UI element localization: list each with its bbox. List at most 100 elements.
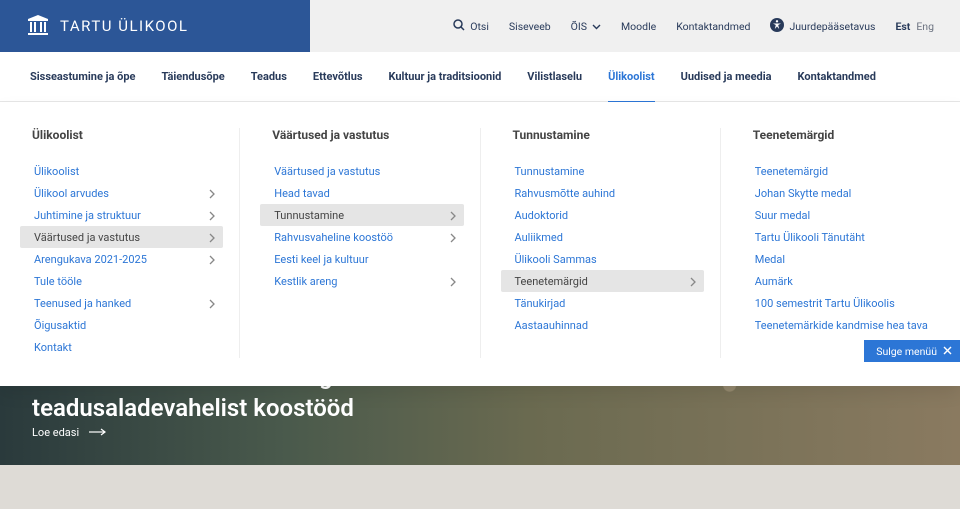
mega-column: ÜlikoolistÜlikoolistÜlikool arvudesJuhti… <box>0 128 240 358</box>
mega-item-label: Tunnustamine <box>515 165 585 178</box>
mega-item[interactable]: Medal <box>741 248 944 270</box>
mega-item[interactable]: Õigusaktid <box>20 314 223 336</box>
nav-item[interactable]: Kultuur ja traditsioonid <box>389 52 502 102</box>
mega-item[interactable]: Teenused ja hanked <box>20 292 223 314</box>
mega-item[interactable]: Aumärk <box>741 270 944 292</box>
mega-column: Väärtused ja vastutus Väärtused ja vastut… <box>240 128 480 358</box>
mega-item[interactable]: Aastaauhinnad <box>501 314 704 336</box>
mega-item[interactable]: Teenetemärgid <box>741 160 944 182</box>
mega-item-label: Medal <box>755 253 785 266</box>
nav-item[interactable]: Kontaktandmed <box>798 52 876 102</box>
mega-item[interactable]: Rahvusmõtte auhind <box>501 182 704 204</box>
mega-column: TunnustamineTunnustamineRahvusmõtte auhi… <box>481 128 721 358</box>
chevron-right-icon <box>690 272 696 291</box>
mega-item[interactable]: Kontakt <box>20 336 223 358</box>
mega-item-label: 100 semestrit Tartu Ülikoolis <box>755 297 895 310</box>
mega-item-label: Johan Skytte medal <box>755 187 852 200</box>
mega-item-label: Kestlik areng <box>274 275 337 288</box>
mega-item-label: Kontakt <box>34 341 72 354</box>
lang-eng[interactable]: Eng <box>916 20 934 33</box>
mega-item[interactable]: Tunnustamine <box>260 204 463 226</box>
mega-item[interactable]: Väärtused ja vastutus <box>20 226 223 248</box>
chevron-right-icon <box>209 294 215 313</box>
mega-item-label: Aumärk <box>755 275 793 288</box>
chevron-right-icon <box>209 228 215 247</box>
mega-item[interactable]: Johan Skytte medal <box>741 182 944 204</box>
chevron-right-icon <box>209 250 215 269</box>
mega-item-label: Ülikooli Sammas <box>515 253 597 266</box>
mega-item[interactable]: Ülikoolist <box>20 160 223 182</box>
mega-item-label: Auliikmed <box>515 231 563 244</box>
mega-item[interactable]: Ülikooli Sammas <box>501 248 704 270</box>
mega-item[interactable]: Ülikool arvudes <box>20 182 223 204</box>
mega-item[interactable]: Arengukava 2021-2025 <box>20 248 223 270</box>
mega-item-label: Eesti keel ja kultuur <box>274 253 368 266</box>
mega-item[interactable]: Teenetemärgid <box>501 270 704 292</box>
mega-menu: ÜlikoolistÜlikoolistÜlikool arvudesJuhti… <box>0 102 960 386</box>
mega-item-label: Väärtused ja vastutus <box>34 231 140 244</box>
close-menu-button[interactable]: Sulge menüü <box>864 340 960 362</box>
hero-read-more[interactable]: Loe edasi <box>32 426 107 439</box>
mega-item-label: Head tavad <box>274 187 330 200</box>
siseveeb-link[interactable]: Siseveeb <box>509 20 551 33</box>
mega-item[interactable]: Suur medal <box>741 204 944 226</box>
university-pillars-icon <box>28 15 48 37</box>
mega-item[interactable]: Tunnustamine <box>501 160 704 182</box>
mega-column: Teenetemärgid Teenetemärgid Johan Skytte m… <box>721 128 960 358</box>
chevron-down-icon <box>592 20 601 33</box>
ois-link[interactable]: ÕIS <box>571 20 601 33</box>
accessibility-icon <box>770 18 784 35</box>
mega-item-label: Audoktorid <box>515 209 569 222</box>
mega-item[interactable]: Juhtimine ja struktuur <box>20 204 223 226</box>
footer-gap <box>0 465 960 509</box>
mega-column-title: Teenetemärgid <box>753 128 934 142</box>
search-button[interactable]: Otsi <box>453 19 489 34</box>
language-switch: Est Eng <box>895 20 934 33</box>
lang-est[interactable]: Est <box>895 20 910 33</box>
mega-item[interactable]: Väärtused ja vastutus <box>260 160 463 182</box>
mega-item[interactable]: Tänukirjad <box>501 292 704 314</box>
brand[interactable]: TARTU ÜLIKOOL <box>28 0 189 52</box>
main-nav: Sisseastumine ja õpe Täiendusõpe Teadus Ett… <box>0 52 960 102</box>
mega-item[interactable]: Teenetemärkide kandmise hea tava <box>741 314 944 336</box>
mega-column-title: Väärtused ja vastutus <box>272 128 453 142</box>
nav-item[interactable]: Vilistlaselu <box>527 52 582 102</box>
mega-item-label: Tänukirjad <box>515 297 566 310</box>
mega-item[interactable]: Tartu Ülikooli Tänutäht <box>741 226 944 248</box>
mega-item[interactable]: Rahvusvaheline koostöö <box>260 226 463 248</box>
mega-item-label: Õigusaktid <box>34 319 86 332</box>
mega-item-label: Rahvusvaheline koostöö <box>274 231 393 244</box>
mega-item[interactable]: Tule tööle <box>20 270 223 292</box>
mega-item-label: Ülikool arvudes <box>34 187 109 200</box>
chevron-right-icon <box>450 206 456 225</box>
nav-item[interactable]: Ettevõtlus <box>313 52 363 102</box>
mega-item-label: Aastaauhinnad <box>515 319 589 332</box>
moodle-link[interactable]: Moodle <box>621 20 656 33</box>
mega-item[interactable]: Kestlik areng <box>260 270 463 292</box>
mega-item-label: Tunnustamine <box>274 209 344 222</box>
top-bar: TARTU ÜLIKOOL Otsi Siseveeb ÕIS Moodle K… <box>0 0 960 52</box>
nav-item[interactable]: Ülikoolist <box>608 52 655 102</box>
mega-item[interactable]: Auliikmed <box>501 226 704 248</box>
search-icon <box>453 19 465 34</box>
mega-item[interactable]: Audoktorid <box>501 204 704 226</box>
nav-item[interactable]: Sisseastumine ja õpe <box>30 52 135 102</box>
nav-item[interactable]: Uudised ja meedia <box>681 52 772 102</box>
mega-item-label: Teenetemärgid <box>755 165 828 178</box>
mega-item-label: Teenetemärgid <box>515 275 588 288</box>
mega-item[interactable]: Head tavad <box>260 182 463 204</box>
brand-text: TARTU ÜLIKOOL <box>60 17 189 35</box>
mega-item[interactable]: Eesti keel ja kultuur <box>260 248 463 270</box>
arrow-right-icon <box>89 426 107 439</box>
chevron-right-icon <box>209 206 215 225</box>
mega-item-label: Teenused ja hanked <box>34 297 131 310</box>
nav-item[interactable]: Teadus <box>251 52 287 102</box>
accessibility-link[interactable]: Juurdepääsetavus <box>770 18 875 35</box>
mega-item-label: Suur medal <box>755 209 810 222</box>
kontakt-link[interactable]: Kontaktandmed <box>676 20 750 33</box>
mega-item[interactable]: 100 semestrit Tartu Ülikoolis <box>741 292 944 314</box>
chevron-right-icon <box>450 272 456 291</box>
mega-item-label: Arengukava 2021-2025 <box>34 253 147 266</box>
nav-item[interactable]: Täiendusõpe <box>161 52 224 102</box>
mega-item-label: Ülikoolist <box>34 165 79 178</box>
